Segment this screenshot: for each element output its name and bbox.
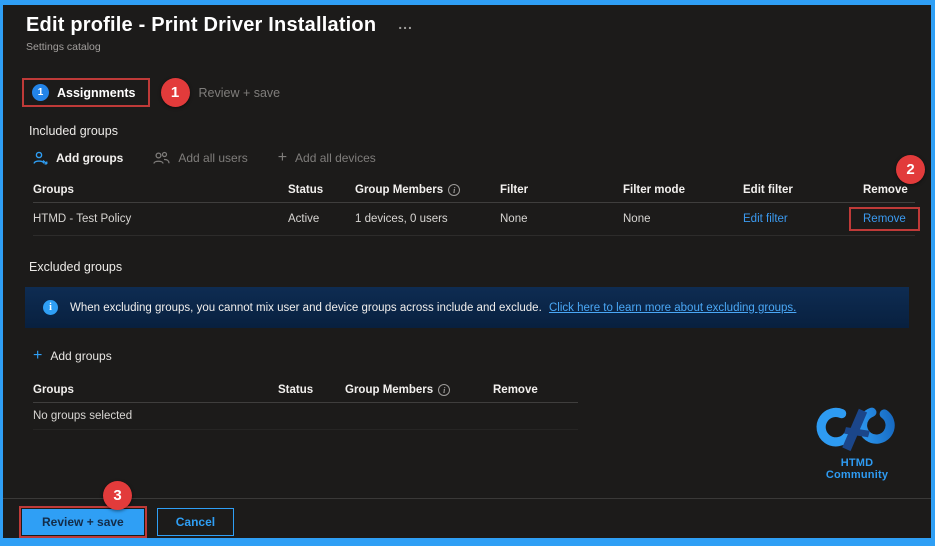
edit-filter-link[interactable]: Edit filter: [743, 213, 788, 225]
excluded-groups-table: Groups Status Group Members i Remove No …: [33, 378, 578, 430]
add-groups-label: Add groups: [56, 151, 124, 165]
add-all-devices-button[interactable]: + Add all devices: [277, 149, 376, 166]
info-icon: i: [43, 300, 58, 315]
add-groups-excluded-button[interactable]: + Add groups: [33, 347, 112, 364]
cell-group-name: HTMD - Test Policy: [33, 213, 132, 225]
cancel-button[interactable]: Cancel: [156, 508, 235, 536]
tab-review-save[interactable]: Review + save: [199, 86, 281, 100]
annotation-badge-2: 2: [896, 155, 925, 184]
group-members-info-icon[interactable]: i: [448, 184, 461, 196]
tab-assignments[interactable]: 1 Assignments: [22, 78, 150, 107]
page-title: Edit profile - Print Driver Installation: [26, 14, 377, 36]
included-groups-heading: Included groups: [29, 124, 118, 138]
col-edit-filter-header: Edit filter: [743, 184, 793, 196]
banner-text: When excluding groups, you cannot mix us…: [70, 301, 797, 314]
review-save-button[interactable]: Review + save: [19, 506, 147, 538]
profile-type-subtitle: Settings catalog: [26, 41, 101, 53]
col-remove-header: Remove: [863, 184, 908, 196]
edit-profile-window: Edit profile - Print Driver Installation…: [0, 0, 935, 546]
exclude-info-banner: i When excluding groups, you cannot mix …: [25, 287, 909, 328]
cell-group-members: 1 devices, 0 users: [355, 213, 448, 225]
footer-bar: Review + save Cancel: [3, 498, 931, 538]
cell-filter: None: [500, 213, 528, 225]
person-add-icon: [33, 151, 48, 165]
wizard-tabbar: 1 Assignments 1 Review + save: [22, 78, 931, 107]
included-groups-table: Groups Status Group Members i Filter Fil…: [33, 178, 920, 236]
add-groups-excluded-label: Add groups: [50, 349, 112, 363]
htmd-logo-icon: [816, 406, 895, 452]
remove-link[interactable]: Remove: [849, 207, 920, 231]
add-all-devices-label: Add all devices: [295, 151, 376, 165]
included-table-row: HTMD - Test Policy Active 1 devices, 0 u…: [33, 203, 920, 236]
col-group-members-header: Group Members i: [345, 384, 493, 396]
more-options-icon[interactable]: ...: [398, 16, 413, 32]
htmd-logo: HTMD Community: [809, 403, 905, 481]
excluded-groups-toolbar: + Add groups: [33, 347, 931, 364]
plus-icon: +: [33, 347, 43, 364]
people-icon: [153, 151, 170, 165]
col-remove-header: Remove: [493, 384, 538, 396]
step-1-icon: 1: [32, 84, 49, 101]
col-filter-mode-header: Filter mode: [623, 184, 685, 196]
no-groups-selected-row: No groups selected: [33, 403, 578, 430]
page-header: Edit profile - Print Driver Installation…: [3, 5, 931, 53]
add-groups-button[interactable]: Add groups: [33, 151, 123, 165]
cell-filter-mode: None: [623, 213, 651, 225]
col-groups-header: Groups: [33, 184, 74, 196]
annotation-badge-3: 3: [103, 481, 132, 510]
col-filter-header: Filter: [500, 184, 529, 196]
add-all-users-label: Add all users: [178, 151, 248, 165]
group-members-info-icon[interactable]: i: [438, 384, 451, 396]
annotation-badge-1: 1: [160, 78, 190, 107]
htmd-logo-text: HTMD Community: [825, 457, 889, 481]
excluded-groups-heading: Excluded groups: [29, 260, 123, 274]
cell-status: Active: [288, 213, 320, 225]
tab-assignments-label: Assignments: [57, 85, 136, 100]
included-table-header-row: Groups Status Group Members i Filter Fil…: [33, 178, 915, 203]
included-groups-toolbar: Add groups Add all users + Add all devic…: [33, 149, 931, 166]
col-status-header: Status: [288, 184, 324, 196]
excluding-groups-learn-more-link[interactable]: Click here to learn more about excluding…: [549, 302, 796, 314]
plus-icon: +: [277, 149, 288, 166]
add-all-users-button[interactable]: Add all users: [153, 151, 248, 165]
excluded-table-header-row: Groups Status Group Members i Remove: [33, 378, 578, 403]
col-group-members-header: Group Members i: [355, 184, 500, 196]
col-groups-header: Groups: [33, 384, 74, 396]
col-status-header: Status: [278, 384, 314, 396]
